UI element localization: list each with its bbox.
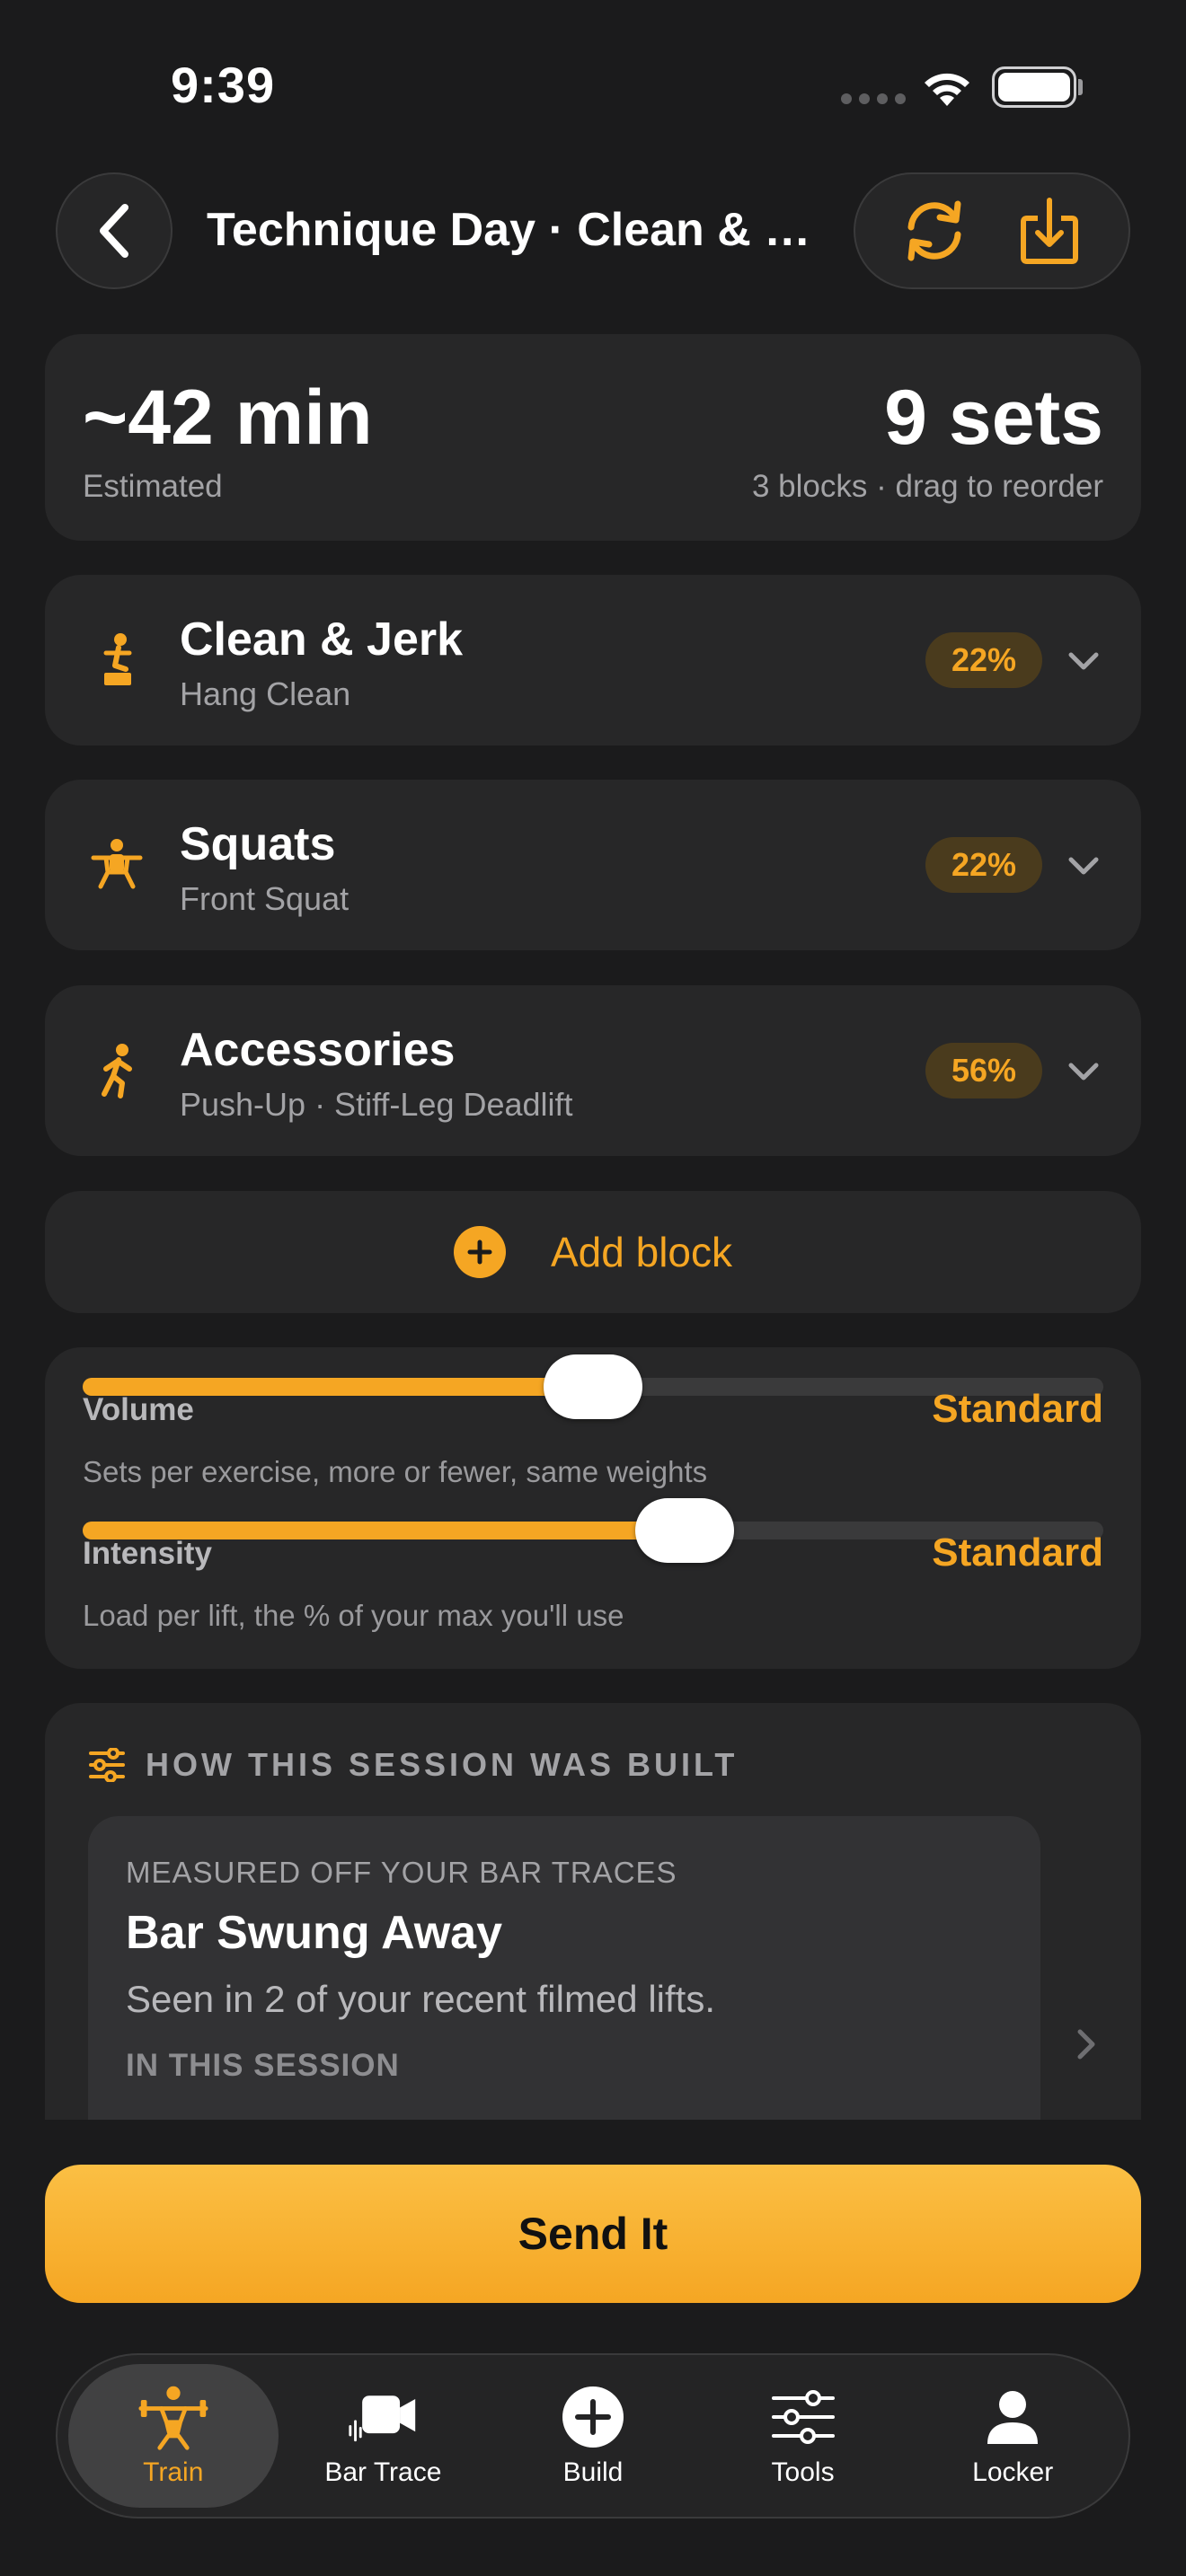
insight-body: Seen in 2 of your recent filmed lifts. [126, 1978, 715, 2020]
block-name: Clean & Jerk [180, 613, 464, 666]
video-camera-icon [347, 2384, 419, 2450]
wifi-icon [925, 73, 969, 106]
cellular-signal-icon [841, 93, 906, 104]
block-percent-badge: 22% [925, 632, 1042, 688]
tab-train[interactable]: Train [68, 2364, 279, 2508]
block-card-squats[interactable]: Squats Front Squat 22% [45, 780, 1141, 950]
header-actions [854, 172, 1130, 289]
running-figure-icon [84, 1038, 149, 1103]
tab-label: Bar Trace [324, 2457, 442, 2487]
insight-title: Bar Swung Away [126, 1907, 502, 1959]
intensity-value: Standard [932, 1531, 1103, 1575]
estimated-duration: ~42 min [83, 375, 373, 461]
blocks-hint: 3 blocks · drag to reorder [751, 469, 1103, 504]
add-block-label: Add block [550, 1229, 732, 1275]
block-card-accessories[interactable]: Accessories Push-Up · Stiff-Leg Deadlift… [45, 985, 1141, 1156]
chevron-down-icon[interactable] [1064, 1052, 1103, 1091]
block-percent-badge: 56% [925, 1043, 1042, 1098]
session-explanation-card: HOW THIS SESSION WAS BUILT MEASURED OFF … [45, 1703, 1141, 2120]
weightlifter-icon [137, 2384, 209, 2450]
insight-kicker: MEASURED OFF YOUR BAR TRACES [126, 1856, 677, 1889]
battery-tip [1078, 79, 1083, 95]
intensity-label: Intensity [83, 1536, 212, 1571]
section-title: HOW THIS SESSION WAS BUILT [146, 1746, 739, 1783]
session-summary-card: ~42 min Estimated 9 sets 3 blocks · drag… [45, 334, 1141, 541]
download-icon [1021, 198, 1078, 264]
page-title: Technique Day · Clean & Jerk [207, 204, 827, 256]
back-button[interactable] [56, 172, 173, 289]
volume-value: Standard [932, 1387, 1103, 1431]
chevron-left-icon [100, 204, 128, 258]
chevron-right-icon[interactable] [1067, 2026, 1103, 2062]
block-percent-badge: 22% [925, 837, 1042, 893]
block-card-clean-jerk[interactable]: Clean & Jerk Hang Clean 22% [45, 575, 1141, 745]
plus-circle-icon [453, 1226, 506, 1278]
insight-card[interactable]: MEASURED OFF YOUR BAR TRACES Bar Swung A… [88, 1816, 1040, 2120]
save-button[interactable] [1009, 190, 1090, 271]
block-exercises: Push-Up · Stiff-Leg Deadlift [180, 1086, 573, 1123]
chevron-down-icon[interactable] [1064, 846, 1103, 886]
battery-icon [992, 66, 1076, 108]
volume-description: Sets per exercise, more or fewer, same w… [83, 1455, 708, 1488]
tab-label: Tools [771, 2457, 835, 2487]
clean-jerk-icon [84, 628, 149, 693]
refresh-icon [907, 200, 961, 261]
volume-label: Volume [83, 1392, 194, 1427]
tab-label: Build [562, 2457, 624, 2487]
block-name: Squats [180, 818, 336, 870]
tab-label: Locker [972, 2457, 1054, 2487]
chevron-down-icon[interactable] [1064, 641, 1103, 681]
squat-icon [84, 833, 149, 897]
volume-slider-thumb[interactable] [544, 1354, 642, 1419]
intensity-slider-thumb[interactable] [635, 1498, 735, 1563]
estimated-label: Estimated [83, 469, 223, 504]
add-block-button[interactable]: Add block [45, 1191, 1141, 1313]
tab-bar: Train Bar Trace Build Tools Locker [56, 2353, 1130, 2519]
status-time: 9:39 [171, 57, 276, 113]
tab-build[interactable]: Build [488, 2364, 698, 2508]
block-exercises: Front Squat [180, 880, 350, 917]
adjustments-card: Volume Standard Sets per exercise, more … [45, 1347, 1141, 1669]
tab-label: Train [143, 2457, 204, 2487]
section-header: HOW THIS SESSION WAS BUILT [88, 1746, 738, 1784]
sliders-icon [767, 2384, 839, 2450]
regenerate-button[interactable] [894, 190, 975, 271]
block-name: Accessories [180, 1024, 456, 1076]
person-icon [977, 2384, 1049, 2450]
insight-section-label: IN THIS SESSION [126, 2048, 400, 2083]
sliders-icon [89, 1748, 125, 1782]
intensity-description: Load per lift, the % of your max you'll … [83, 1599, 624, 1632]
send-it-button[interactable]: Send It [45, 2165, 1141, 2303]
block-exercises: Hang Clean [180, 675, 351, 712]
tab-tools[interactable]: Tools [698, 2364, 908, 2508]
tab-bar-trace[interactable]: Bar Trace [279, 2364, 489, 2508]
plus-circle-icon [557, 2384, 629, 2450]
total-sets: 9 sets [884, 375, 1103, 461]
tab-locker[interactable]: Locker [907, 2364, 1118, 2508]
